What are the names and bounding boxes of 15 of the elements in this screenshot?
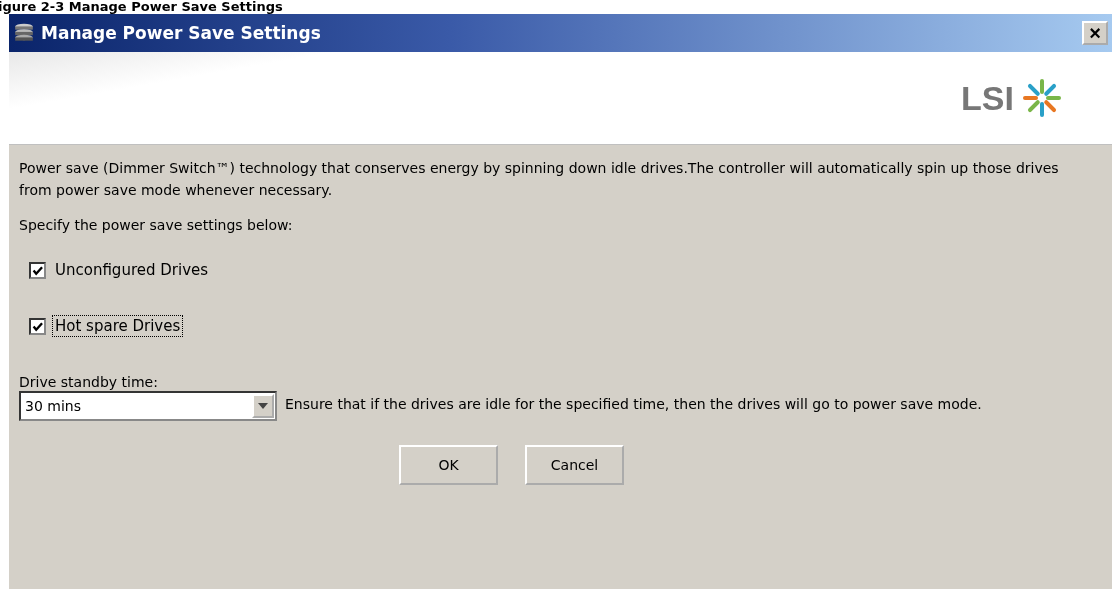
standby-time-dropdown[interactable]: 30 mins xyxy=(19,391,277,421)
help-text: Ensure that if the drives are idle for the specified time, then the drives will go to power save mode. xyxy=(285,395,983,414)
checkbox[interactable] xyxy=(29,261,46,279)
checkbox[interactable] xyxy=(29,317,46,335)
window-title: Manage Power Save Settings xyxy=(41,23,322,43)
checkbox-label[interactable]: Unconfigured Drives xyxy=(52,259,212,281)
logo-text: LSI xyxy=(961,78,1014,118)
description-text: Power save (Dimmer Switch™) technology that conserves energy by spinning down idle drives.The controller will automatically spin up those drives from power save mode whenever necessary. xyxy=(19,159,1060,200)
checkbox-label[interactable]: Hot spare Drives xyxy=(52,315,184,337)
starburst-logo-icon xyxy=(1022,78,1062,118)
field-label: Drive standby time: xyxy=(19,373,159,391)
dialog-button[interactable]: Cancel xyxy=(525,445,624,485)
close-button[interactable]: × xyxy=(1082,21,1108,45)
dialog-button[interactable]: OK xyxy=(399,445,498,485)
instruction-text: Specify the power save settings below: xyxy=(19,216,294,235)
